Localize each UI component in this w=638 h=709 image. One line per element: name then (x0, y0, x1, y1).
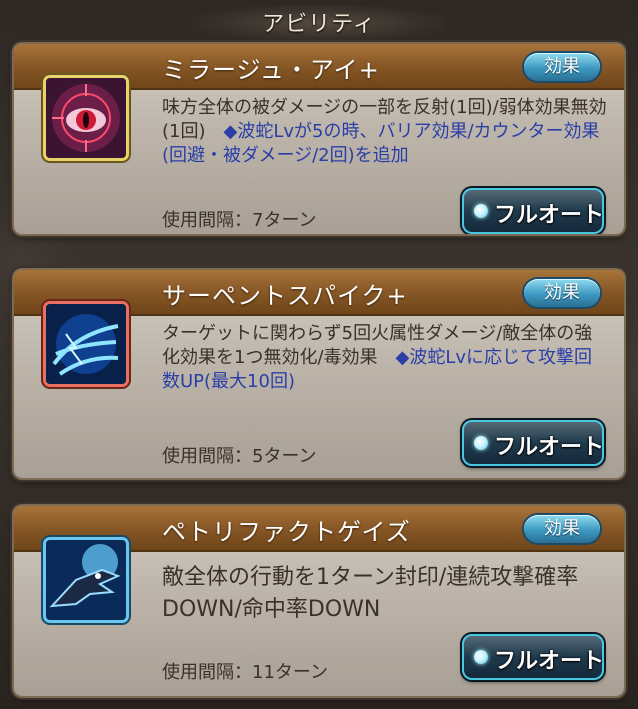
ability-description: 味方全体の被ダメージの一部を反射(1回)/弱体効果無効(1回) ◆波蛇Lvが5の… (162, 96, 610, 168)
full-auto-button[interactable]: フルオート (462, 420, 604, 466)
section-title: アビリティ (192, 4, 446, 42)
cooldown-text: 使用間隔：11ターン (162, 662, 329, 683)
serpent-spike-icon[interactable] (46, 304, 126, 384)
toggle-indicator-icon (474, 204, 488, 218)
ability-card: サーペントスパイク+ 効果 ターゲットに関わらず5回火属性ダメージ/敵全体の強化… (14, 270, 624, 478)
cooldown-text: 使用間隔：5ターン (162, 446, 317, 467)
full-auto-button[interactable]: フルオート (462, 634, 604, 680)
effect-button[interactable]: 効果 (524, 53, 600, 81)
toggle-indicator-icon (474, 436, 488, 450)
ability-screen: { "header": { "title": "アビリティ" }, "abili… (0, 0, 638, 709)
toggle-indicator-icon (474, 650, 488, 664)
full-auto-label: フルオート (494, 649, 605, 674)
description-text: 敵全体の行動を1ターン封印/連続攻撃確率DOWN/命中率DOWN (162, 565, 579, 622)
ability-description: ターゲットに関わらず5回火属性ダメージ/敵全体の強化効果を1つ無効化/毒効果 ◆… (162, 322, 610, 394)
ability-name: ペトリファクトゲイズ (162, 518, 411, 546)
description-highlight: ◆波蛇Lvが5の時、バリア効果/カウンター効果(回避・被ダメージ/2回)を追加 (162, 121, 600, 166)
effect-button[interactable]: 効果 (524, 515, 600, 543)
ability-name: サーペントスパイク+ (162, 282, 408, 310)
full-auto-label: フルオート (494, 203, 605, 228)
ability-card: ミラージュ・アイ+ 効果 味方全体の被ダメージの一部を反射(1回)/弱体効果無効… (14, 44, 624, 234)
ability-name: ミラージュ・アイ+ (162, 56, 380, 84)
effect-button[interactable]: 効果 (524, 279, 600, 307)
full-auto-button[interactable]: フルオート (462, 188, 604, 234)
full-auto-label: フルオート (494, 435, 605, 460)
cooldown-text: 使用間隔：7ターン (162, 210, 317, 231)
dragon-head-icon[interactable] (46, 540, 126, 620)
ability-card: ペトリファクトゲイズ 効果 敵全体の行動を1ターン封印/連続攻撃確率DOWN/命… (14, 506, 624, 696)
section-header: アビリティ (0, 0, 638, 42)
red-eye-icon[interactable] (46, 78, 126, 158)
ability-description: 敵全体の行動を1ターン封印/連続攻撃確率DOWN/命中率DOWN (162, 562, 610, 626)
